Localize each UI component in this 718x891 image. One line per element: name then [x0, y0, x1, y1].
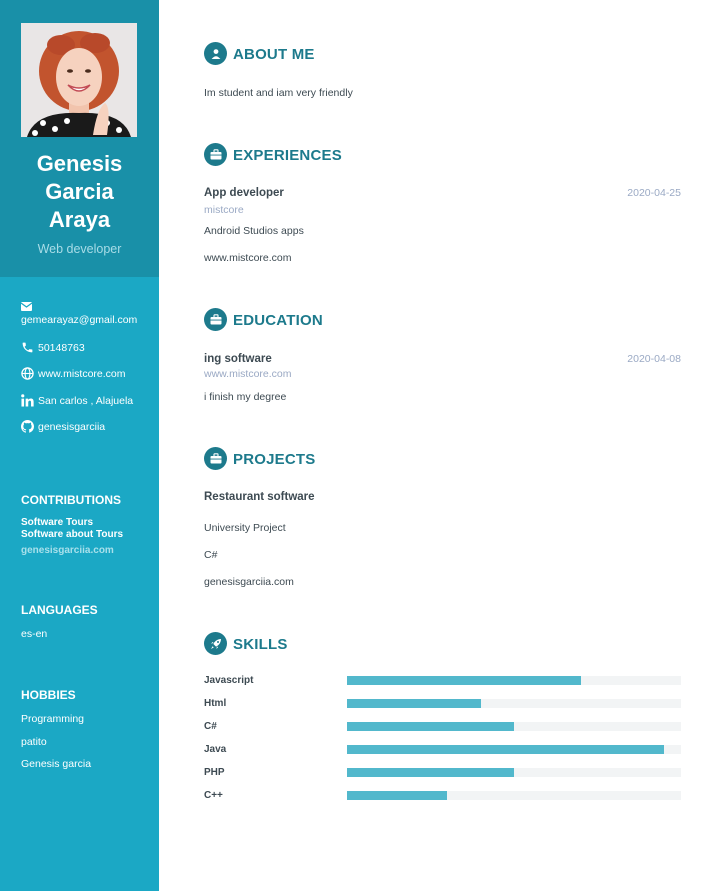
skill-bar-track — [347, 768, 681, 777]
contact-phone[interactable]: 50148763 — [21, 341, 156, 354]
hobby-item: Genesis garcia — [21, 758, 92, 770]
education-heading: EDUCATION — [233, 312, 323, 329]
education-title: ing software — [204, 353, 272, 365]
contact-email[interactable]: gemearayaz@gmail.com — [21, 302, 156, 326]
linkedin-icon — [21, 394, 34, 407]
contribution-link[interactable]: genesisgarciia.com — [21, 545, 114, 556]
skill-bar-fill — [347, 768, 514, 777]
globe-icon — [21, 367, 34, 380]
education-date: 2020-04-08 — [627, 353, 681, 365]
name-line-second: Garcia — [45, 179, 114, 204]
rocket-icon — [204, 632, 227, 655]
experience-title: App developer — [204, 187, 284, 199]
phone-text: 50148763 — [38, 341, 85, 354]
envelope-icon — [21, 302, 32, 311]
skill-bar-fill — [347, 791, 448, 800]
about-heading: ABOUT ME — [233, 46, 315, 63]
skill-bar-fill — [347, 745, 665, 754]
contact-github[interactable]: genesisgarciia — [21, 420, 156, 433]
hobby-item: patito — [21, 736, 47, 748]
email-text: gemearayaz@gmail.com — [21, 314, 138, 326]
location-text: San carlos , Alajuela — [38, 394, 134, 407]
project-url[interactable]: genesisgarciia.com — [204, 576, 294, 588]
experience-company: mistcore — [204, 204, 244, 216]
project-tech: C# — [204, 549, 218, 561]
experience-date: 2020-04-25 — [627, 187, 681, 199]
skill-bar-fill — [347, 699, 481, 708]
website-text: www.mistcore.com — [38, 367, 126, 380]
project-description: University Project — [204, 522, 286, 534]
experience-url[interactable]: www.mistcore.com — [204, 252, 292, 264]
about-text: Im student and iam very friendly — [204, 87, 353, 99]
person-icon — [204, 42, 227, 65]
phone-icon — [22, 342, 33, 353]
education-institution[interactable]: www.mistcore.com — [204, 368, 292, 380]
sidebar: Genesis Garcia Araya Web developer gemea… — [0, 0, 159, 891]
skill-bar-track — [347, 791, 681, 800]
profile-role: Web developer — [37, 242, 122, 256]
contribution-title: Software Tours — [21, 517, 94, 528]
skill-name: Java — [204, 744, 227, 755]
skill-bar-fill — [347, 722, 514, 731]
skill-name: Javascript — [204, 675, 254, 686]
github-text: genesisgarciia — [38, 420, 106, 433]
skill-name: Html — [204, 698, 227, 709]
skill-bar-track — [347, 722, 681, 731]
education-description: i finish my degree — [204, 391, 287, 403]
github-icon — [21, 420, 34, 433]
contact-location[interactable]: San carlos , Alajuela — [21, 394, 156, 407]
skills-heading: SKILLS — [233, 636, 288, 653]
contribution-description: Software about Tours — [21, 529, 124, 540]
name-line-first: Genesis — [36, 151, 123, 176]
skill-bar-track — [347, 745, 681, 754]
skill-name: PHP — [204, 767, 225, 778]
experience-description: Android Studios apps — [204, 225, 304, 237]
projects-heading: PROJECTS — [233, 451, 316, 468]
skill-bar-fill — [347, 676, 581, 685]
project-title: Restaurant software — [204, 491, 315, 503]
briefcase-icon — [204, 308, 227, 331]
contributions-heading: CONTRIBUTIONS — [21, 493, 121, 507]
contact-website[interactable]: www.mistcore.com — [21, 367, 156, 380]
skill-name: C++ — [204, 790, 223, 801]
hobby-item: Programming — [21, 713, 85, 725]
hobbies-heading: HOBBIES — [21, 688, 76, 702]
skill-name: C# — [204, 721, 217, 732]
skill-bar-track — [347, 676, 681, 685]
name-line-third: Araya — [48, 207, 111, 232]
profile-name: Genesis Garcia Araya — [0, 150, 159, 234]
skill-bar-track — [347, 699, 681, 708]
profile-photo — [21, 23, 137, 137]
briefcase-icon — [204, 447, 227, 470]
briefcase-icon — [204, 143, 227, 166]
languages-value: es-en — [21, 628, 48, 640]
languages-heading: LANGUAGES — [21, 603, 98, 617]
experiences-heading: EXPERIENCES — [233, 147, 342, 164]
